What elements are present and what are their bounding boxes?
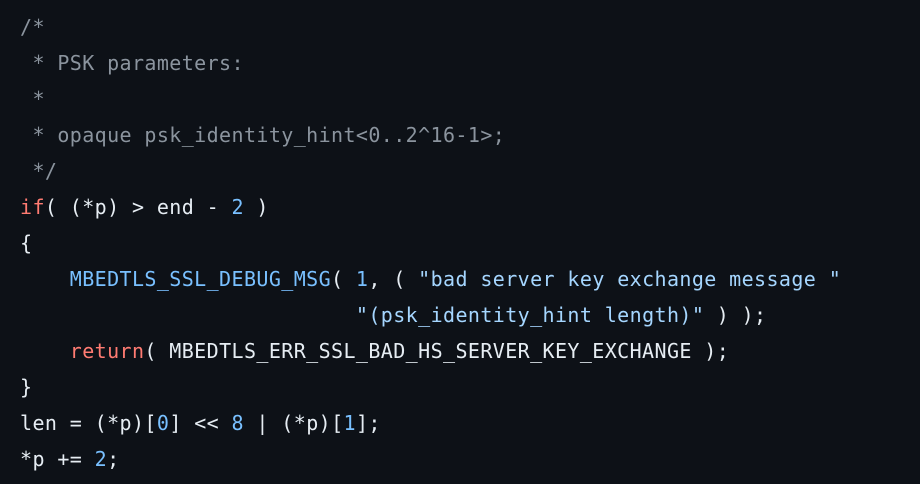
code-token-plain: { xyxy=(20,231,33,255)
code-token-plain: | (*p)[ xyxy=(243,411,344,435)
code-token-plain: *p += xyxy=(20,447,95,471)
code-token-plain: } xyxy=(20,375,33,399)
code-token-plain: ]; xyxy=(355,411,381,435)
code-token-comment: * PSK parameters: xyxy=(20,51,244,75)
code-line: *p += 2; xyxy=(20,441,920,477)
code-line: /* xyxy=(20,9,920,45)
code-line: * xyxy=(20,81,920,117)
code-token-num: 2 xyxy=(231,195,244,219)
code-line: */ xyxy=(20,153,920,189)
code-token-plain: ) ); xyxy=(704,303,767,327)
code-line: if( (*p) > end - 2 ) xyxy=(20,189,920,225)
code-token-num: 8 xyxy=(231,411,244,435)
code-line: MBEDTLS_SSL_DEBUG_MSG( 1, ( "bad server … xyxy=(20,261,920,297)
code-line: len = (*p)[0] << 8 | (*p)[1]; xyxy=(20,405,920,441)
code-token-plain: , ( xyxy=(368,267,419,291)
code-line: * opaque psk_identity_hint<0..2^16-1>; xyxy=(20,117,920,153)
code-token-comment: * opaque psk_identity_hint<0..2^16-1>; xyxy=(20,123,506,147)
code-token-plain: ] << xyxy=(169,411,232,435)
code-line: { xyxy=(20,225,920,261)
code-line: return( MBEDTLS_ERR_SSL_BAD_HS_SERVER_KE… xyxy=(20,333,920,369)
code-token-num: 1 xyxy=(355,267,369,291)
code-token-comment: */ xyxy=(20,159,58,183)
code-token-keyword: return xyxy=(69,339,145,363)
code-token-comment: /* xyxy=(20,15,45,39)
code-token-plain: ) xyxy=(243,195,269,219)
code-line: "(psk_identity_hint length)" ) ); xyxy=(20,297,920,333)
code-token-comment: * xyxy=(20,87,45,111)
code-token-num: 2 xyxy=(94,447,108,471)
code-token-plain: ( (*p) > end - xyxy=(44,195,232,219)
code-token-string: "bad server key exchange message " xyxy=(418,267,842,291)
code-token-plain: ( MBEDTLS_ERR_SSL_BAD_HS_SERVER_KEY_EXCH… xyxy=(144,339,730,363)
code-token-string: "(psk_identity_hint length)" xyxy=(355,303,705,327)
code-token-plain: len = (*p)[ xyxy=(20,411,157,435)
code-token-plain: ( xyxy=(331,267,356,291)
code-token-num: 1 xyxy=(343,411,356,435)
code-block[interactable]: /* * PSK parameters: * * opaque psk_iden… xyxy=(0,0,920,484)
code-token-keyword: if xyxy=(20,195,45,219)
code-token-plain: ; xyxy=(107,447,120,471)
code-token-func: MBEDTLS_SSL_DEBUG_MSG xyxy=(69,267,332,291)
code-line: * PSK parameters: xyxy=(20,45,920,81)
code-line: } xyxy=(20,369,920,405)
code-token-num: 0 xyxy=(156,411,170,435)
